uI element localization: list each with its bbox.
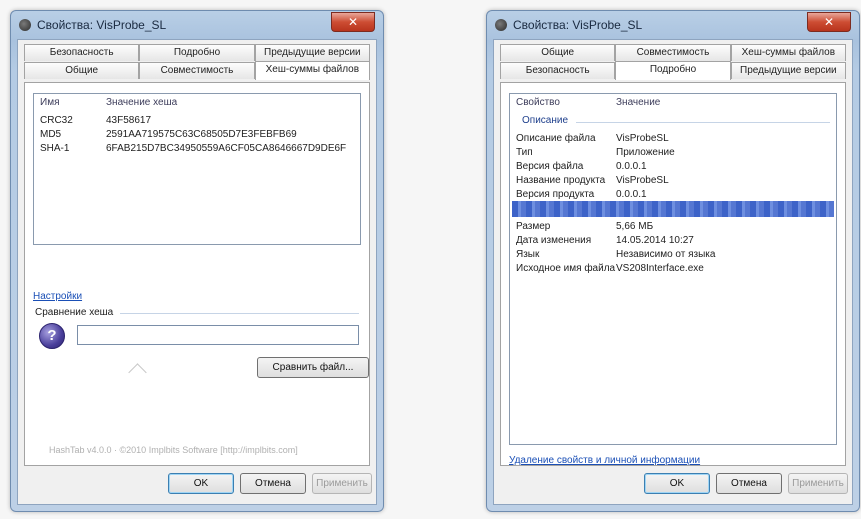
property-value: VS208Interface.exe — [616, 263, 704, 274]
property-name: Версия файла — [516, 161, 584, 172]
property-value: 5,66 МБ — [616, 221, 654, 232]
details-row[interactable]: Тип Приложение — [510, 144, 836, 158]
hash-name: SHA-1 — [40, 143, 70, 154]
ok-button[interactable]: OK — [644, 473, 710, 494]
property-name: Размер — [516, 221, 551, 232]
apply-button[interactable]: Применить — [312, 473, 372, 494]
column-header-property[interactable]: Свойство — [516, 97, 560, 108]
tab-previous-versions[interactable]: Предыдущие версии — [254, 44, 370, 61]
tab-panel-hashes: Имя Значение хеша CRC32 43F58617 MD5 259… — [24, 82, 370, 466]
hashtab-footer-credit: HashTab v4.0.0 · ©2010 Implbits Software… — [49, 445, 298, 455]
properties-window-hash: Свойства: VisProbe_SL ✕ Безопасность Под… — [10, 10, 384, 512]
property-value: 0.0.0.1 — [616, 189, 647, 200]
details-list-header: Свойство Значение — [510, 94, 836, 112]
title-bar[interactable]: Свойства: VisProbe_SL ✕ — [487, 11, 859, 39]
chevron-up-icon — [128, 363, 147, 382]
details-row[interactable]: Версия продукта 0.0.0.1 — [510, 186, 836, 200]
tab-file-hashes[interactable]: Хеш-суммы файлов — [254, 61, 370, 80]
property-name: Описание файла — [516, 133, 596, 144]
cancel-button[interactable]: Отмена — [240, 473, 306, 494]
hash-name: CRC32 — [40, 115, 73, 126]
column-header-name[interactable]: Имя — [40, 97, 59, 108]
apply-button[interactable]: Применить — [788, 473, 848, 494]
tab-general[interactable]: Общие — [24, 62, 140, 79]
tab-row-back: Безопасность Подробно Предыдущие версии — [24, 44, 370, 61]
hash-row[interactable]: MD5 2591AA719575C63C68505D7E3FEBFB69 — [34, 126, 360, 140]
property-name: Исходное имя файла — [516, 263, 616, 274]
tab-row-front: Общие Совместимость Хеш-суммы файлов — [24, 61, 370, 80]
property-value: 14.05.2014 10:27 — [616, 235, 694, 246]
property-name: Название продукта — [516, 175, 606, 186]
title-bar[interactable]: Свойства: VisProbe_SL ✕ — [11, 11, 383, 39]
tab-security[interactable]: Безопасность — [24, 44, 140, 61]
close-button[interactable]: ✕ — [807, 12, 851, 32]
hash-name: MD5 — [40, 129, 62, 140]
hash-value: 2591AA719575C63C68505D7E3FEBFB69 — [106, 129, 297, 140]
settings-link[interactable]: Настройки — [33, 291, 82, 302]
section-divider — [576, 122, 830, 123]
tab-details[interactable]: Подробно — [615, 61, 731, 80]
app-icon — [495, 19, 507, 31]
window-title: Свойства: VisProbe_SL — [37, 18, 167, 32]
hash-value: 6FAB215D7BC34950559A6CF05CA8646667D9DE6F — [106, 143, 347, 154]
tab-details[interactable]: Подробно — [139, 44, 255, 61]
tab-row-front: Безопасность Подробно Предыдущие версии — [500, 61, 846, 80]
property-name: Тип — [516, 147, 533, 158]
hash-value: 43F58617 — [106, 115, 152, 126]
window-title: Свойства: VisProbe_SL — [513, 18, 643, 32]
tab-security[interactable]: Безопасность — [500, 62, 616, 79]
remove-properties-link[interactable]: Удаление свойств и личной информации — [509, 455, 700, 466]
dialog-client: Безопасность Подробно Предыдущие версии … — [17, 39, 377, 505]
tab-compatibility[interactable]: Совместимость — [139, 62, 255, 79]
hash-list-header: Имя Значение хеша — [34, 94, 360, 112]
cancel-button[interactable]: Отмена — [716, 473, 782, 494]
dialog-client: Общие Совместимость Хеш-суммы файлов Без… — [493, 39, 853, 505]
tab-panel-details: Свойство Значение Описание Описание файл… — [500, 82, 846, 466]
selection-highlight — [512, 201, 834, 217]
section-description: Описание — [522, 115, 569, 126]
hash-list[interactable]: Имя Значение хеша CRC32 43F58617 MD5 259… — [33, 93, 361, 245]
property-value: VisProbeSL — [616, 175, 669, 186]
property-name: Версия продукта — [516, 189, 595, 200]
close-button[interactable]: ✕ — [331, 12, 375, 32]
details-row[interactable]: Название продукта VisProbeSL — [510, 172, 836, 186]
property-name: Язык — [516, 249, 540, 260]
details-list[interactable]: Свойство Значение Описание Описание файл… — [509, 93, 837, 445]
tab-general[interactable]: Общие — [500, 44, 616, 61]
tab-compatibility[interactable]: Совместимость — [615, 44, 731, 61]
hash-compare-label: Сравнение хеша — [35, 307, 114, 318]
ok-button[interactable]: OK — [168, 473, 234, 494]
hash-row[interactable]: SHA-1 6FAB215D7BC34950559A6CF05CA8646667… — [34, 140, 360, 154]
column-header-hash-value[interactable]: Значение хеша — [106, 97, 177, 108]
tab-previous-versions[interactable]: Предыдущие версии — [730, 62, 846, 79]
details-row[interactable]: Дата изменения 14.05.2014 10:27 — [510, 232, 836, 246]
compare-file-button[interactable]: Сравнить файл... — [257, 357, 369, 378]
property-name: Дата изменения — [516, 235, 592, 246]
tab-file-hashes[interactable]: Хеш-суммы файлов — [730, 44, 846, 61]
property-value: Независимо от языка — [616, 249, 716, 260]
details-row[interactable]: Версия файла 0.0.0.1 — [510, 158, 836, 172]
column-header-value[interactable]: Значение — [616, 97, 660, 108]
property-value: Приложение — [616, 147, 675, 158]
details-section-row: Описание — [510, 112, 836, 130]
details-row[interactable]: Исходное имя файла VS208Interface.exe — [510, 260, 836, 274]
properties-window-details: Свойства: VisProbe_SL ✕ Общие Совместимо… — [486, 10, 860, 512]
details-row[interactable]: Размер 5,66 МБ — [510, 218, 836, 232]
details-row-selected[interactable] — [510, 200, 836, 218]
group-divider — [120, 313, 359, 314]
hash-compare-input[interactable] — [77, 325, 359, 345]
app-icon — [19, 19, 31, 31]
hash-row[interactable]: CRC32 43F58617 — [34, 112, 360, 126]
details-row[interactable]: Описание файла VisProbeSL — [510, 130, 836, 144]
property-value: VisProbeSL — [616, 133, 669, 144]
details-row[interactable]: Язык Независимо от языка — [510, 246, 836, 260]
question-mark-icon: ? — [39, 323, 65, 349]
property-value: 0.0.0.1 — [616, 161, 647, 172]
tab-row-back: Общие Совместимость Хеш-суммы файлов — [500, 44, 846, 61]
